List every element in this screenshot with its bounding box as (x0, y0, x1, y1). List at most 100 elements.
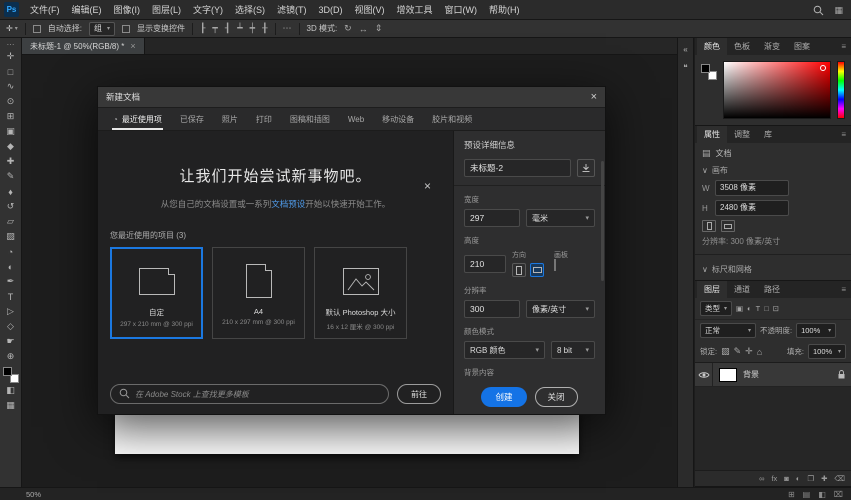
filter-type-layers-icon[interactable]: T (756, 304, 761, 313)
tab-mobile[interactable]: 移动设备 (373, 108, 423, 130)
canvas-section-header[interactable]: ∨ 画布 (702, 165, 844, 176)
bit-depth-dropdown[interactable]: 8 bit (551, 341, 595, 359)
hue-slider[interactable] (837, 61, 845, 119)
align-right-icon[interactable]: ┨ (225, 23, 230, 34)
foreground-color-swatch[interactable] (2, 367, 12, 376)
menu-plugins[interactable]: 增效工具 (391, 0, 439, 20)
lock-all-icon[interactable]: ⌂ (757, 347, 762, 357)
preset-card-custom[interactable]: 自定 297 x 210 mm @ 300 ppi (110, 247, 203, 339)
grid-icon[interactable]: ⊞ (788, 490, 795, 499)
tab-art-illustration[interactable]: 图稿和插图 (281, 108, 339, 130)
color-fg-bg-swatches[interactable] (701, 64, 717, 80)
3d-slide-icon[interactable]: ⇕ (375, 23, 383, 34)
menu-help[interactable]: 帮助(H) (483, 0, 526, 20)
menu-select[interactable]: 选择(S) (229, 0, 271, 20)
menu-view[interactable]: 视图(V) (349, 0, 391, 20)
orientation-landscape-icon[interactable] (721, 220, 735, 232)
lock-transparency-icon[interactable]: ▨ (721, 346, 730, 357)
foreground-background-swatches[interactable] (2, 367, 19, 383)
type-tool-icon[interactable]: T (2, 289, 20, 304)
lock-pixels-icon[interactable]: ✎ (734, 346, 742, 357)
tab-channels[interactable]: 通道 (727, 281, 757, 298)
menu-type[interactable]: 文字(Y) (187, 0, 229, 20)
layer-thumbnail[interactable] (719, 367, 737, 382)
close-view-icon[interactable]: ⌧ (834, 490, 843, 499)
new-layer-icon[interactable]: ✚ (821, 474, 827, 483)
tab-close-icon[interactable]: × (130, 41, 135, 51)
filter-adjustment-layers-icon[interactable]: ◐ (747, 304, 752, 313)
zoom-tool-icon[interactable]: ⊕ (2, 349, 20, 364)
menu-layer[interactable]: 图层(L) (146, 0, 187, 20)
workspace-icon[interactable]: ▦ (834, 5, 843, 16)
portrait-orientation-button[interactable] (512, 263, 526, 277)
layer-group-icon[interactable]: ❐ (807, 474, 814, 483)
dialog-title-bar[interactable]: 新建文档 × (98, 87, 605, 108)
move-tool-icon[interactable]: ✛ (2, 49, 20, 64)
fill-dropdown[interactable]: 100% (808, 344, 846, 359)
comments-panel-icon[interactable]: ❝ (683, 63, 687, 72)
lasso-tool-icon[interactable]: ∿ (2, 79, 20, 94)
unit-dropdown[interactable]: 毫米 (526, 209, 595, 227)
tab-patterns[interactable]: 图案 (787, 38, 817, 55)
save-preset-button[interactable] (577, 159, 595, 177)
align-bottom-icon[interactable]: ┷ (237, 23, 242, 34)
tab-libraries[interactable]: 库 (757, 126, 779, 143)
tab-swatches[interactable]: 色板 (727, 38, 757, 55)
color-picker-cursor[interactable] (820, 65, 826, 71)
eraser-tool-icon[interactable]: ▱ (2, 214, 20, 229)
tab-layers[interactable]: 图层 (697, 281, 727, 298)
opacity-dropdown[interactable]: 100% (796, 323, 837, 338)
filter-pixel-layers-icon[interactable]: ▣ (736, 304, 743, 313)
more-options-icon[interactable]: ⋯ (283, 23, 292, 34)
healing-brush-tool-icon[interactable]: ✚ (2, 154, 20, 169)
path-selection-tool-icon[interactable]: ▷ (2, 304, 20, 319)
landscape-orientation-button[interactable] (530, 263, 544, 277)
delete-layer-icon[interactable]: ⌫ (834, 474, 845, 483)
clone-stamp-tool-icon[interactable]: ♦ (2, 184, 20, 199)
layer-row-background[interactable]: 背景 (695, 363, 851, 387)
tool-preset-icon[interactable]: ✛ (6, 24, 18, 33)
mask-icon[interactable]: ◧ (818, 490, 826, 499)
frame-tool-icon[interactable]: ▣ (2, 124, 20, 139)
canvas-height-field[interactable]: 2480 像素 (715, 200, 789, 216)
tab-photo[interactable]: 照片 (213, 108, 247, 130)
panel-menu-icon[interactable]: ≡ (841, 42, 846, 51)
go-button[interactable]: 前往 (397, 384, 441, 404)
layer-visibility-toggle[interactable] (695, 363, 713, 386)
edit-toolbar-icon[interactable]: ⋯ (2, 39, 20, 49)
document-page[interactable] (115, 412, 579, 454)
shape-tool-icon[interactable]: ◇ (2, 319, 20, 334)
tab-film-video[interactable]: 胶片和视频 (423, 108, 481, 130)
menu-window[interactable]: 窗口(W) (439, 0, 484, 20)
blend-mode-dropdown[interactable]: 正常 (700, 323, 756, 338)
3d-pan-icon[interactable]: ↔ (359, 24, 368, 34)
menu-3d[interactable]: 3D(D) (313, 0, 349, 20)
blur-tool-icon[interactable]: ◔ (2, 244, 20, 259)
layer-mask-icon[interactable]: ◙ (784, 474, 789, 483)
orientation-portrait-icon[interactable] (702, 220, 716, 232)
details-scrollbar[interactable] (601, 161, 604, 281)
auto-select-checkbox[interactable] (32, 24, 41, 33)
quick-selection-tool-icon[interactable]: ⊙ (2, 94, 20, 109)
menu-edit[interactable]: 编辑(E) (66, 0, 108, 20)
tab-web[interactable]: Web (339, 108, 373, 130)
dialog-close-icon[interactable]: × (591, 91, 597, 103)
eyedropper-tool-icon[interactable]: ◆ (2, 139, 20, 154)
document-tab[interactable]: 未标题-1 @ 50%(RGB/8) * × (22, 38, 145, 54)
width-input[interactable] (464, 209, 520, 227)
pen-tool-icon[interactable]: ✒ (2, 274, 20, 289)
distribute-vertical-icon[interactable]: ╂ (262, 23, 267, 34)
align-left-icon[interactable]: ┠ (200, 23, 205, 34)
search-icon[interactable] (813, 5, 824, 16)
tab-saved[interactable]: 已保存 (171, 108, 213, 130)
resolution-unit-dropdown[interactable]: 像素/英寸 (526, 300, 595, 318)
menu-image[interactable]: 图像(I) (108, 0, 147, 20)
hero-close-icon[interactable]: × (424, 179, 431, 193)
panel-menu-icon[interactable]: ≡ (841, 285, 846, 294)
hand-tool-icon[interactable]: ☛ (2, 334, 20, 349)
tab-print[interactable]: 打印 (247, 108, 281, 130)
distribute-horizontal-icon[interactable]: ┿ (250, 23, 255, 34)
document-name-input[interactable] (464, 159, 571, 177)
tab-properties[interactable]: 属性 (697, 126, 727, 143)
history-brush-tool-icon[interactable]: ↺ (2, 199, 20, 214)
